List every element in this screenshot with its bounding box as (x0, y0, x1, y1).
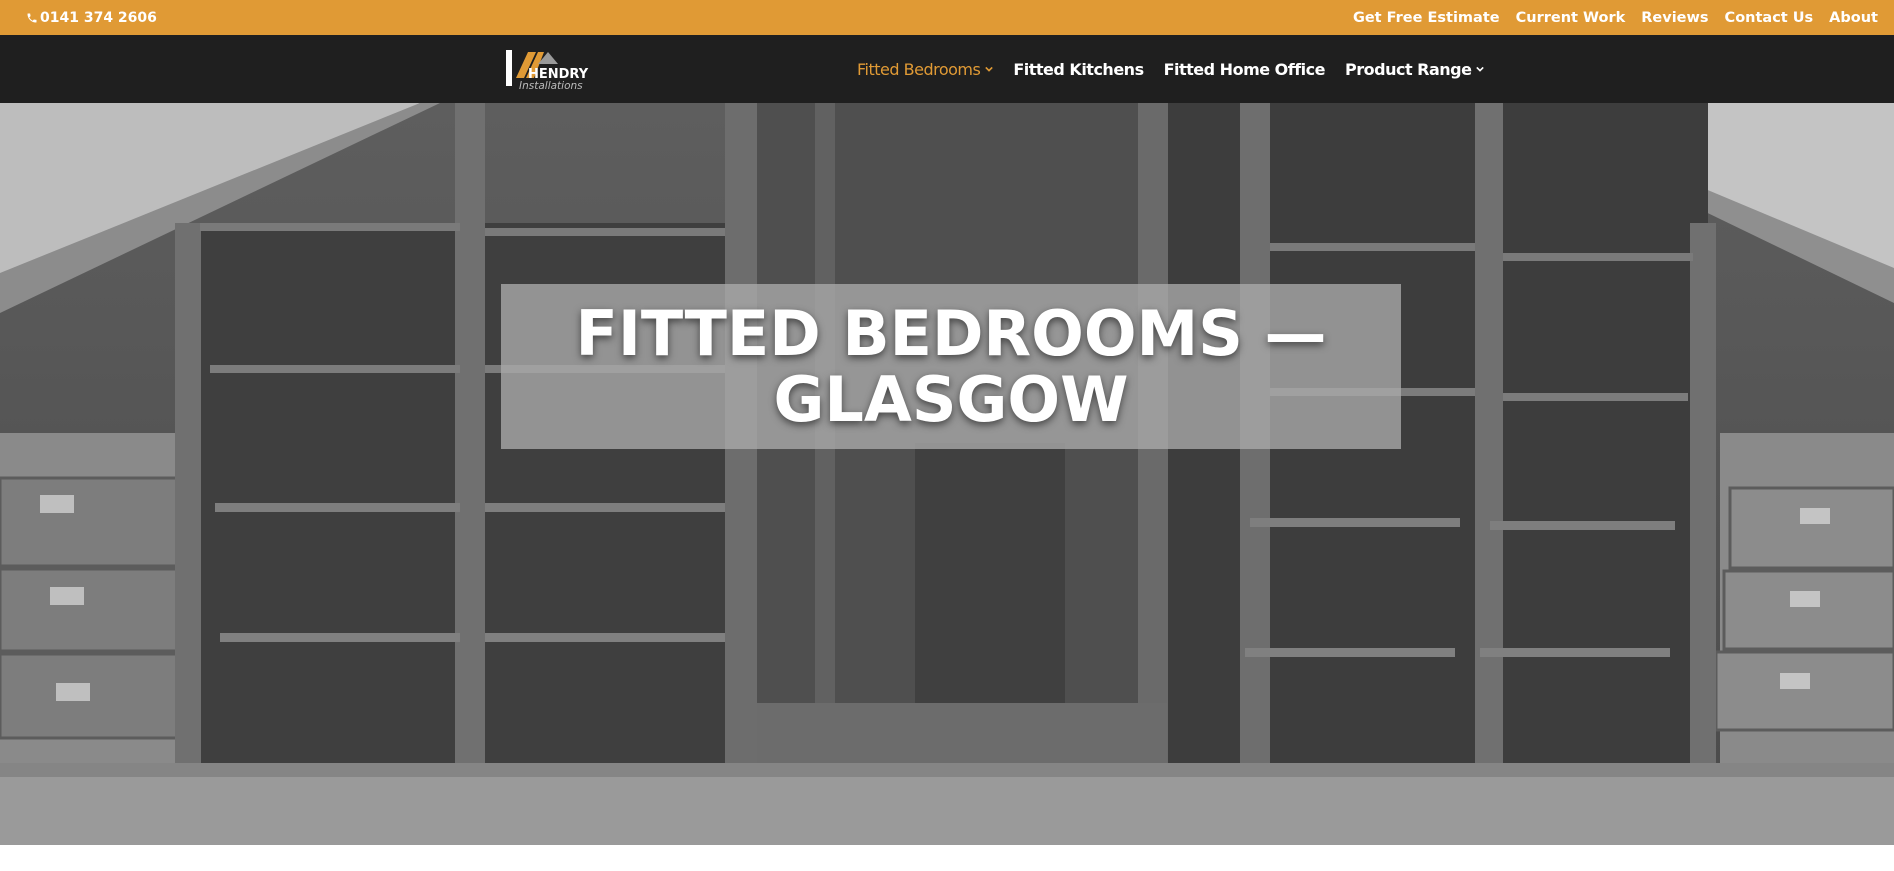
page-title-line2: GLASGOW (773, 362, 1129, 436)
top-links: Get Free Estimate Current Work Reviews C… (1337, 0, 1878, 35)
phone-icon (27, 13, 37, 22)
link-get-free-estimate[interactable]: Get Free Estimate (1353, 10, 1500, 26)
top-bar: 0141 374 2606 Get Free Estimate Current … (0, 0, 1894, 35)
link-reviews[interactable]: Reviews (1641, 10, 1708, 26)
link-about[interactable]: About (1829, 10, 1878, 26)
hero-title-box: FITTED BEDROOMS — GLASGOW (501, 284, 1401, 449)
page-title-line1: FITTED BEDROOMS — (575, 296, 1327, 370)
nav-label: Product Range (1345, 59, 1472, 79)
nav-label: Fitted Kitchens (1013, 59, 1144, 79)
phone-number: 0141 374 2606 (40, 9, 157, 26)
nav-fitted-home-office[interactable]: Fitted Home Office (1163, 59, 1326, 79)
link-contact-us[interactable]: Contact Us (1725, 10, 1814, 26)
nav-label: Fitted Home Office (1163, 59, 1326, 79)
nav-fitted-kitchens[interactable]: Fitted Kitchens (1013, 59, 1144, 79)
site-logo[interactable]: HENDRY Installations (504, 48, 596, 92)
page-title: FITTED BEDROOMS — GLASGOW (576, 300, 1327, 436)
main-nav: Fitted Bedrooms Fitted Kitchens Fitted H… (857, 35, 1504, 103)
link-current-work[interactable]: Current Work (1516, 10, 1626, 26)
nav-fitted-bedrooms[interactable]: Fitted Bedrooms (857, 59, 994, 79)
hero-banner: FITTED BEDROOMS — GLASGOW (0, 103, 1894, 845)
nav-label: Fitted Bedrooms (857, 59, 981, 79)
logo-subtext: Installations (519, 80, 583, 90)
chevron-down-icon (985, 66, 994, 72)
main-header: HENDRY Installations Fitted Bedrooms Fit… (0, 35, 1894, 103)
chevron-down-icon (1476, 66, 1485, 72)
hero-background-image (0, 103, 1894, 845)
phone-link[interactable]: 0141 374 2606 (26, 0, 157, 35)
page-content-start (0, 845, 1894, 871)
nav-product-range[interactable]: Product Range (1345, 59, 1485, 79)
